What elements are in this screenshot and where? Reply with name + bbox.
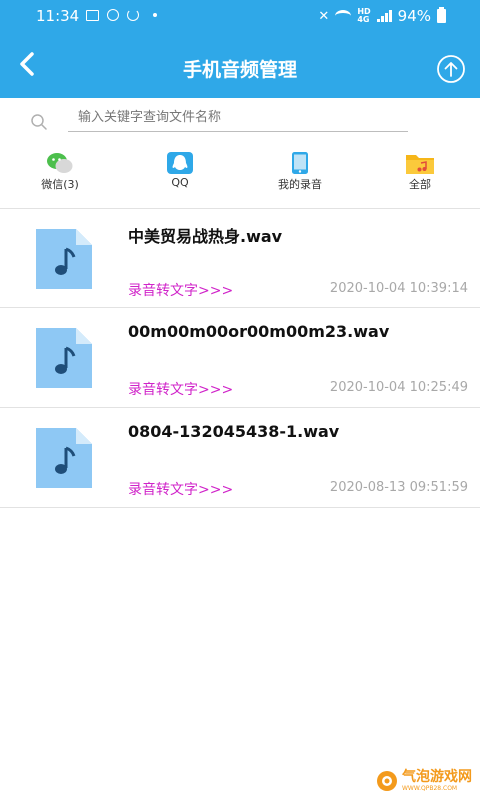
upload-button[interactable] [436,54,466,84]
file-time: 2020-10-04 10:25:49 [329,380,468,395]
app-notification-icon [107,9,119,21]
category-recordings[interactable]: 我的录音 [250,148,350,196]
sync-notification-icon [127,9,139,21]
phone-icon [292,152,308,174]
audio-file-icon [36,428,92,488]
page-title: 手机音频管理 [182,59,297,81]
category-qq-label: QQ [171,176,189,189]
wifi-icon [335,10,352,22]
watermark-main: 气泡游戏网 [402,769,472,785]
watermark-text: 气泡游戏网 WWW.QPB28.COM [402,769,472,792]
file-name: 中美贸易战热身.wav [128,227,283,246]
battery-percent: 94% [397,7,431,25]
file-time: 2020-08-13 09:51:59 [329,480,468,495]
wechat-icon [47,153,73,173]
search-icon [31,114,47,130]
list-item[interactable]: 00m00m00or00m00m23.wav 录音转文字>>> 2020-10-… [0,308,480,408]
signal-icon [376,10,392,22]
network-gen: 4G [357,15,370,24]
category-bar: 微信(3) QQ 我的录音 全部 [0,148,480,196]
file-time: 2020-10-04 10:39:14 [329,281,468,296]
status-bar: 11:34 ✕ HD 4G 94% [0,0,480,30]
watermark-sub: WWW.QPB28.COM [402,785,458,792]
app-header: 手机音频管理 [0,30,480,98]
list-item[interactable]: 0804-132045438-1.wav 录音转文字>>> 2020-08-13… [0,408,480,508]
file-name: 0804-132045438-1.wav [128,422,340,441]
status-time: 11:34 [36,7,80,25]
battery-icon [437,7,446,23]
category-all[interactable]: 全部 [370,148,470,196]
audio-file-icon [36,229,92,289]
watermark-logo-icon [377,770,397,791]
audio-file-icon [36,328,92,388]
qq-icon [167,152,193,174]
more-notifications-icon [153,13,157,17]
category-wechat-label: 微信(3) [41,178,79,191]
mute-icon: ✕ [318,8,330,24]
folder-music-icon [406,155,434,174]
file-list: 中美贸易战热身.wav 录音转文字>>> 2020-10-04 10:39:14… [0,208,480,508]
image-notification-icon [86,9,99,21]
transcribe-link[interactable]: 录音转文字>>> [128,280,233,300]
file-name: 00m00m00or00m00m23.wav [128,322,390,341]
category-all-label: 全部 [409,178,431,191]
list-item[interactable]: 中美贸易战热身.wav 录音转文字>>> 2020-10-04 10:39:14 [0,208,480,308]
watermark: 气泡游戏网 WWW.QPB28.COM [376,769,472,792]
search-input[interactable] [68,104,408,132]
category-wechat[interactable]: 微信(3) [10,148,110,196]
category-qq[interactable]: QQ [130,148,230,196]
notification-icons [86,9,157,21]
transcribe-link[interactable]: 录音转文字>>> [128,379,233,399]
upload-circle-icon [437,55,465,83]
status-indicators: ✕ HD 4G 94% [318,7,446,25]
transcribe-link[interactable]: 录音转文字>>> [128,479,233,499]
network-type: HD 4G [357,8,370,24]
category-recordings-label: 我的录音 [278,178,322,191]
